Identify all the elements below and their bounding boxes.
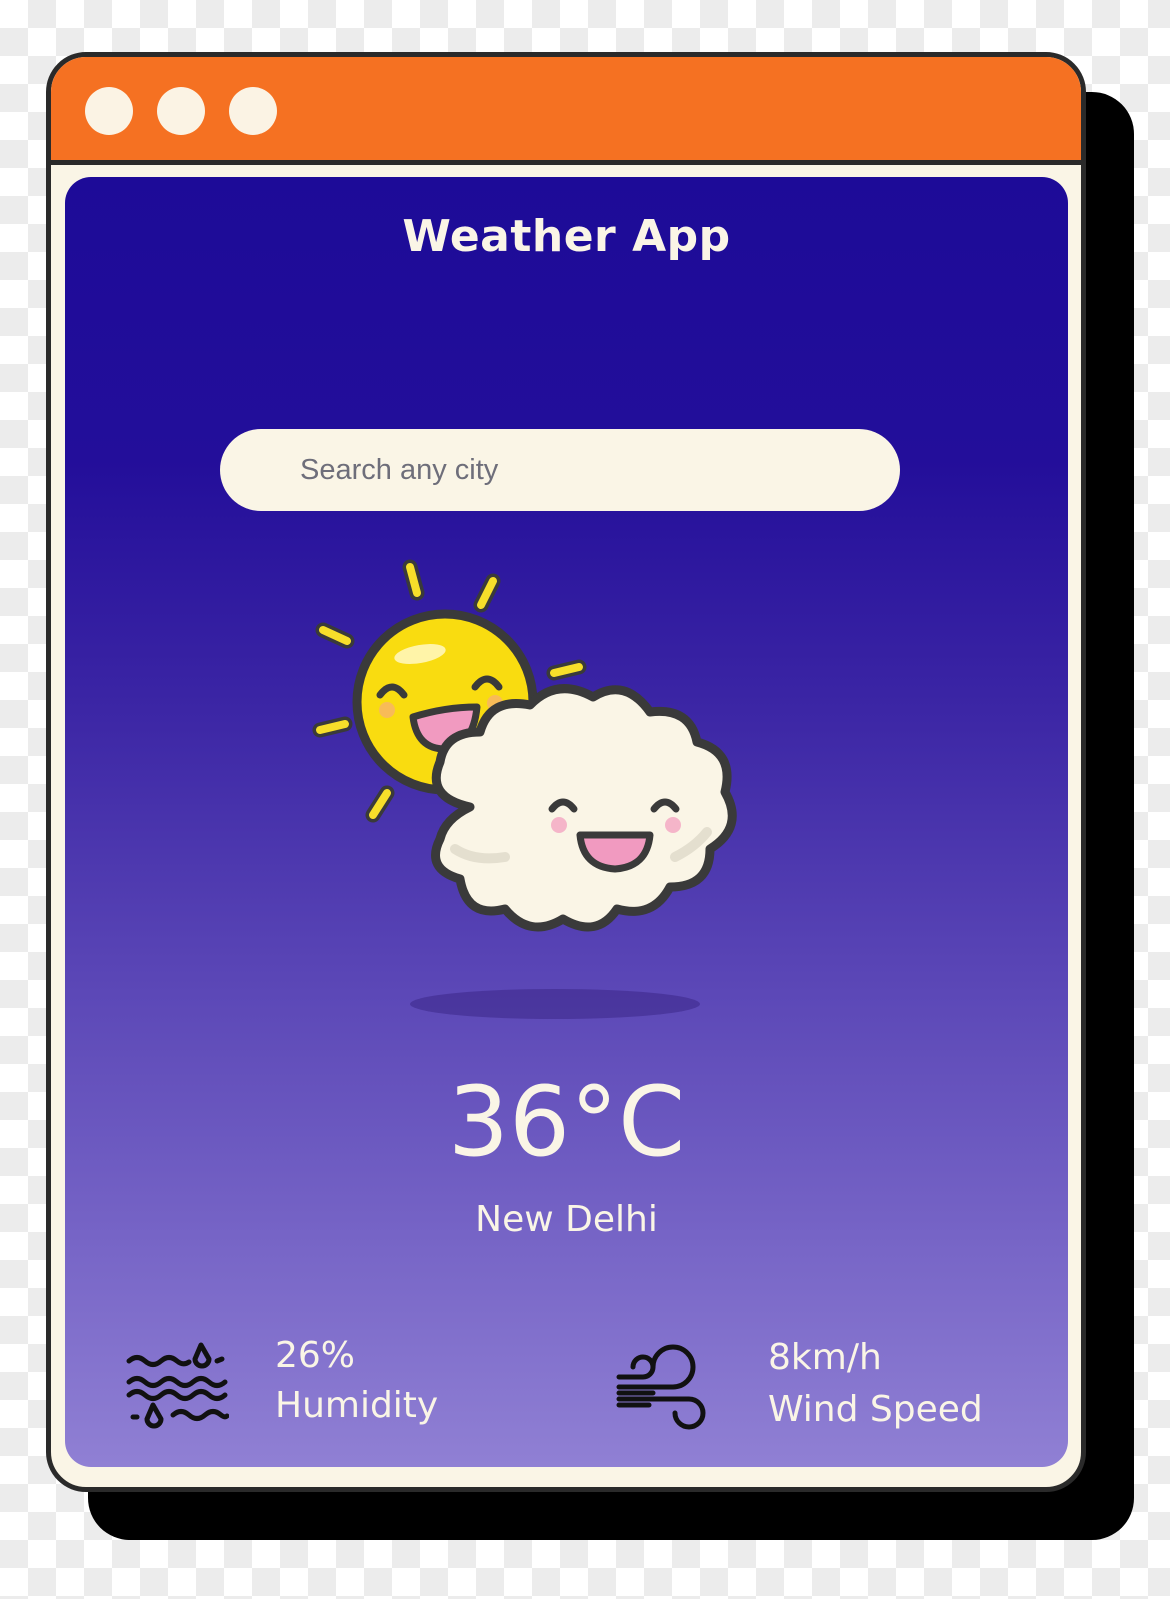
window-control-dot-3[interactable] — [229, 87, 277, 135]
humidity-value: 26% — [275, 1335, 356, 1376]
temperature-value: 36°C — [447, 1066, 686, 1178]
window-control-dot-2[interactable] — [157, 87, 205, 135]
humidity-label: Humidity — [275, 1385, 439, 1426]
icon-ground-shadow — [410, 989, 700, 1019]
app-title: Weather App — [402, 211, 731, 262]
window-titlebar — [51, 57, 1081, 165]
city-name: New Delhi — [475, 1199, 658, 1240]
wind-speed-label: Wind Speed — [768, 1389, 983, 1430]
wind-speed-value: 8km/h — [768, 1337, 882, 1378]
app-window: Weather App Search any city 36°C New Del… — [46, 52, 1086, 1492]
window-control-dot-1[interactable] — [85, 87, 133, 135]
city-search-input[interactable] — [220, 429, 900, 511]
humidity-icon — [126, 1342, 229, 1429]
wind-icon — [616, 1344, 706, 1430]
sun-behind-cloud-icon — [312, 559, 737, 932]
weather-app-panel: Weather App Search any city 36°C New Del… — [65, 177, 1068, 1467]
